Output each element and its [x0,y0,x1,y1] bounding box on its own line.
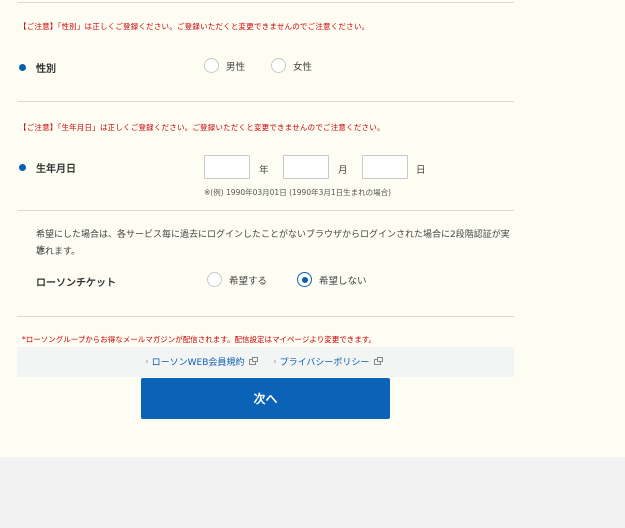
birthdate-caution-text: 【ご注意】「生年月日」は正しくご登録ください。ご登録いただくと変更できませんので… [19,123,385,132]
required-bullet-icon [19,64,26,71]
birthdate-label: 生年月日 [36,164,76,175]
radio-want[interactable] [207,272,222,287]
gender-label: 性別 [36,64,56,75]
birth-year-input[interactable] [204,155,250,179]
privacy-link[interactable]: › プライバシーポリシー [273,355,384,368]
gender-option-male-label: 男性 [226,61,246,73]
ticket-option-want-label: 希望する [229,275,268,287]
next-button[interactable]: 次へ [141,378,390,419]
two-step-auth-note-line2: されます。 [36,247,81,257]
terms-link-text: ローソンWEB会員規約 [151,358,245,368]
terms-link[interactable]: › ローソンWEB会員規約 [145,355,259,368]
radio-female[interactable] [271,58,286,73]
day-unit: 日 [416,165,426,176]
lawson-ticket-label: ローソンチケット [36,278,116,289]
ticket-option-not-want[interactable]: 希望しない [297,272,367,287]
required-bullet-icon [19,164,26,171]
divider [17,2,514,3]
birthdate-example: ※(例) 1990年03月01日 (1990年3月1日生まれの場合) [204,188,392,197]
external-window-icon [249,356,259,365]
divider [17,101,514,102]
registration-form-panel: 【ご注意】「性別」は正しくご登録ください。ご登録いただくと変更できませんのでご注… [0,0,625,457]
gender-caution-text: 【ご注意】「性別」は正しくご登録ください。ご登録いただくと変更できませんのでご注… [19,22,370,31]
birth-day-input[interactable] [362,155,408,179]
year-unit: 年 [259,165,269,176]
divider [17,210,514,211]
gender-option-male[interactable]: 男性 [204,58,245,73]
link-bar: › ローソンWEB会員規約 › プライバシーポリシー [17,347,514,377]
gender-option-female[interactable]: 女性 [271,58,312,73]
privacy-link-text: プライバシーポリシー [279,358,370,368]
radio-not-want[interactable] [297,272,312,287]
chevron-right-icon: › [273,356,277,367]
chevron-right-icon: › [145,356,149,367]
external-window-icon [374,356,384,365]
birth-month-input[interactable] [283,155,329,179]
ticket-option-not-want-label: 希望しない [319,275,367,287]
gender-option-female-label: 女性 [293,61,313,73]
ticket-option-want[interactable]: 希望する [207,272,267,287]
newsletter-notice: *ローソングループからお得なメールマガジンが配信されます。配信設定はマイページよ… [22,335,376,344]
radio-male[interactable] [204,58,219,73]
month-unit: 月 [338,165,348,176]
divider [17,316,514,317]
